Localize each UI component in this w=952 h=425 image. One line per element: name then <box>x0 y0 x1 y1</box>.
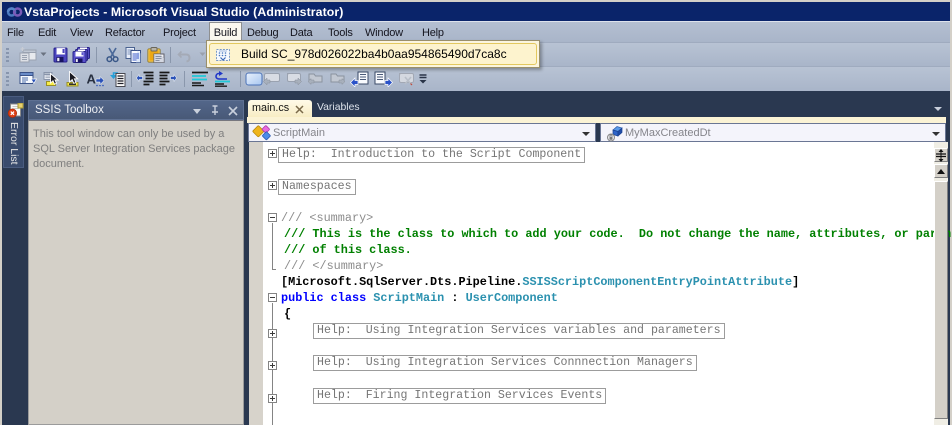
svg-text:A: A <box>87 72 97 87</box>
